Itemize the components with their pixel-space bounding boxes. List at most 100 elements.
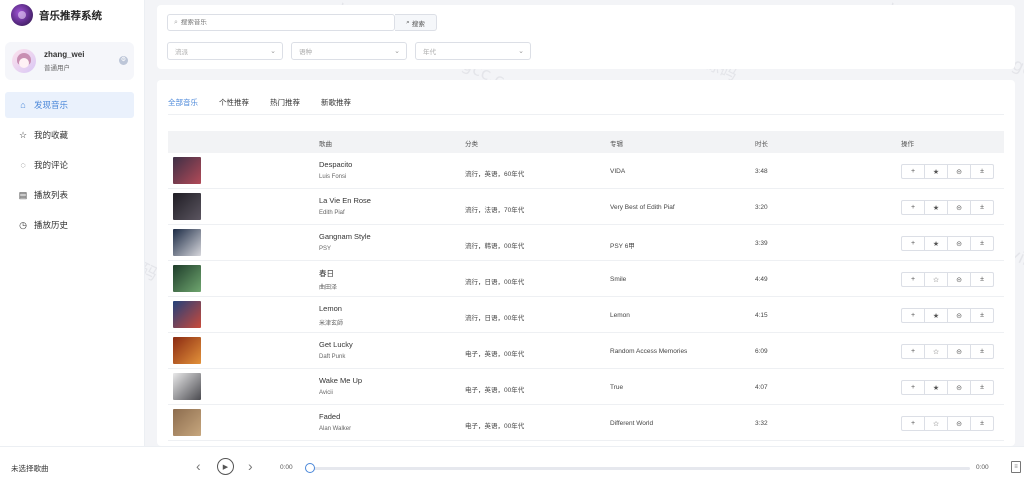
song-artist: Daft Punk (319, 354, 346, 360)
album-cover (173, 265, 201, 292)
add-to-playlist-button[interactable]: + (901, 164, 925, 179)
song-artist: Edith Piaf (319, 210, 345, 216)
comment-button[interactable]: ⊝ (947, 200, 971, 215)
sidebar-item-0[interactable]: ⌂ 发现音乐 (5, 92, 134, 118)
add-to-playlist-button[interactable]: + (901, 416, 925, 431)
song-category: 流行，英语，60年代 (465, 171, 525, 178)
add-to-playlist-button[interactable]: + (901, 236, 925, 251)
tab-3[interactable]: 新歌推荐 (321, 97, 351, 115)
table-row[interactable]: Lemon 米津玄師 流行，日语，00年代 Lemon 4:15 + ★ ⊝ ± (168, 297, 1004, 333)
progress-handle[interactable] (305, 463, 315, 473)
comment-button[interactable]: ⊝ (947, 272, 971, 287)
download-button[interactable]: ± (970, 164, 994, 179)
favorite-button[interactable]: ☆ (924, 416, 948, 431)
song-artist: PSY (319, 246, 332, 252)
album-cover (173, 157, 201, 184)
language-select-value: 语种 (299, 49, 312, 56)
song-album: Very Best of Edith Piaf (610, 204, 675, 211)
table-row[interactable]: 春日 曲田泽 流行，日语，00年代 Smile 4:49 + ☆ ⊝ ± (168, 261, 1004, 297)
now-playing-label: 未选择歌曲 (11, 464, 49, 473)
song-title[interactable]: Lemon (319, 304, 342, 313)
comment-icon: ◌ (20, 160, 26, 170)
tab-2[interactable]: 热门推荐 (270, 97, 300, 115)
previous-icon[interactable]: ‹ (196, 458, 201, 474)
search-box[interactable]: ⌕ (167, 14, 395, 31)
favorite-button[interactable]: ★ (924, 236, 948, 251)
song-category: 流行，韩语，00年代 (465, 243, 525, 250)
column-actions: 操作 (901, 141, 914, 148)
favorite-button[interactable]: ★ (924, 200, 948, 215)
clock-icon: ◷ (19, 219, 27, 230)
settings-icon[interactable]: ⚙ (119, 56, 128, 65)
download-button[interactable]: ± (970, 308, 994, 323)
add-to-playlist-button[interactable]: + (901, 380, 925, 395)
progress-bar[interactable] (309, 467, 970, 470)
add-to-playlist-button[interactable]: + (901, 200, 925, 215)
sidebar-item-label: 我的评论 (34, 160, 69, 170)
column-album: 专辑 (610, 141, 623, 148)
song-artist: Luis Fonsi (319, 174, 347, 180)
tab-0[interactable]: 全部音乐 (168, 97, 198, 115)
table-row[interactable]: Despacito Luis Fonsi 流行，英语，60年代 VIDA 3:4… (168, 153, 1004, 189)
sidebar-item-4[interactable]: ◷ 播放历史 (0, 212, 144, 238)
genre-select-value: 流派 (175, 49, 188, 56)
album-cover (173, 373, 201, 400)
row-actions: + ★ ⊝ ± (901, 308, 994, 323)
song-table-body: Despacito Luis Fonsi 流行，英语，60年代 VIDA 3:4… (168, 153, 1004, 441)
tab-1[interactable]: 个性推荐 (219, 97, 249, 115)
next-icon[interactable]: › (248, 458, 253, 474)
download-button[interactable]: ± (970, 236, 994, 251)
song-title[interactable]: Get Lucky (319, 340, 353, 349)
table-row[interactable]: Gangnam Style PSY 流行，韩语，00年代 PSY 6甲 3:39… (168, 225, 1004, 261)
comment-button[interactable]: ⊝ (947, 308, 971, 323)
comment-button[interactable]: ⊝ (947, 164, 971, 179)
sidebar-item-label: 发现音乐 (34, 100, 69, 110)
add-to-playlist-button[interactable]: + (901, 308, 925, 323)
app-title: 音乐推荐系统 (39, 9, 102, 22)
song-category: 流行，日语，00年代 (465, 279, 525, 286)
table-row[interactable]: Wake Me Up Avicii 电子，英语，00年代 True 4:07 +… (168, 369, 1004, 405)
sidebar-item-3[interactable]: ▤ 播放列表 (0, 182, 144, 208)
decade-select[interactable]: 年代 ⌄ (415, 42, 531, 60)
search-input[interactable] (180, 19, 381, 26)
sidebar-item-2[interactable]: ◌ 我的评论 (0, 152, 144, 178)
user-name: zhang_wei (44, 50, 85, 59)
list-icon: ▤ (18, 189, 28, 200)
song-title[interactable]: La Vie En Rose (319, 196, 371, 205)
add-to-playlist-button[interactable]: + (901, 272, 925, 287)
song-title[interactable]: Faded (319, 412, 340, 421)
favorite-button[interactable]: ☆ (924, 272, 948, 287)
song-title[interactable]: Despacito (319, 160, 352, 169)
download-button[interactable]: ± (970, 272, 994, 287)
download-button[interactable]: ± (970, 416, 994, 431)
download-button[interactable]: ± (970, 380, 994, 395)
add-to-playlist-button[interactable]: + (901, 344, 925, 359)
play-icon: ▶ (222, 463, 229, 471)
song-title[interactable]: Wake Me Up (319, 376, 362, 385)
song-artist: Alan Walker (319, 426, 352, 432)
favorite-button[interactable]: ★ (924, 380, 948, 395)
favorite-button[interactable]: ★ (924, 164, 948, 179)
user-card[interactable]: zhang_wei 普通用户 ⚙ (5, 42, 134, 80)
comment-button[interactable]: ⊝ (947, 344, 971, 359)
comment-button[interactable]: ⊝ (947, 236, 971, 251)
song-duration: 3:32 (755, 420, 768, 427)
table-row[interactable]: Get Lucky Daft Punk 电子，英语，00年代 Random Ac… (168, 333, 1004, 369)
song-album: PSY 6甲 (610, 243, 635, 250)
comment-button[interactable]: ⊝ (947, 416, 971, 431)
search-button[interactable]: ⌕ 搜索 (395, 14, 437, 31)
download-button[interactable]: ± (970, 200, 994, 215)
sidebar-item-1[interactable]: ☆ 我的收藏 (0, 122, 144, 148)
song-title[interactable]: 春日 (319, 268, 334, 279)
favorite-button[interactable]: ☆ (924, 344, 948, 359)
comment-button[interactable]: ⊝ (947, 380, 971, 395)
download-button[interactable]: ± (970, 344, 994, 359)
play-button[interactable]: ▶ (217, 458, 234, 475)
song-title[interactable]: Gangnam Style (319, 232, 371, 241)
genre-select[interactable]: 流派 ⌄ (167, 42, 283, 60)
playlist-icon[interactable]: ≡ (1011, 461, 1021, 473)
table-row[interactable]: La Vie En Rose Edith Piaf 流行，法语，70年代 Ver… (168, 189, 1004, 225)
table-row[interactable]: Faded Alan Walker 电子，英语，00年代 Different W… (168, 405, 1004, 441)
favorite-button[interactable]: ★ (924, 308, 948, 323)
language-select[interactable]: 语种 ⌄ (291, 42, 407, 60)
